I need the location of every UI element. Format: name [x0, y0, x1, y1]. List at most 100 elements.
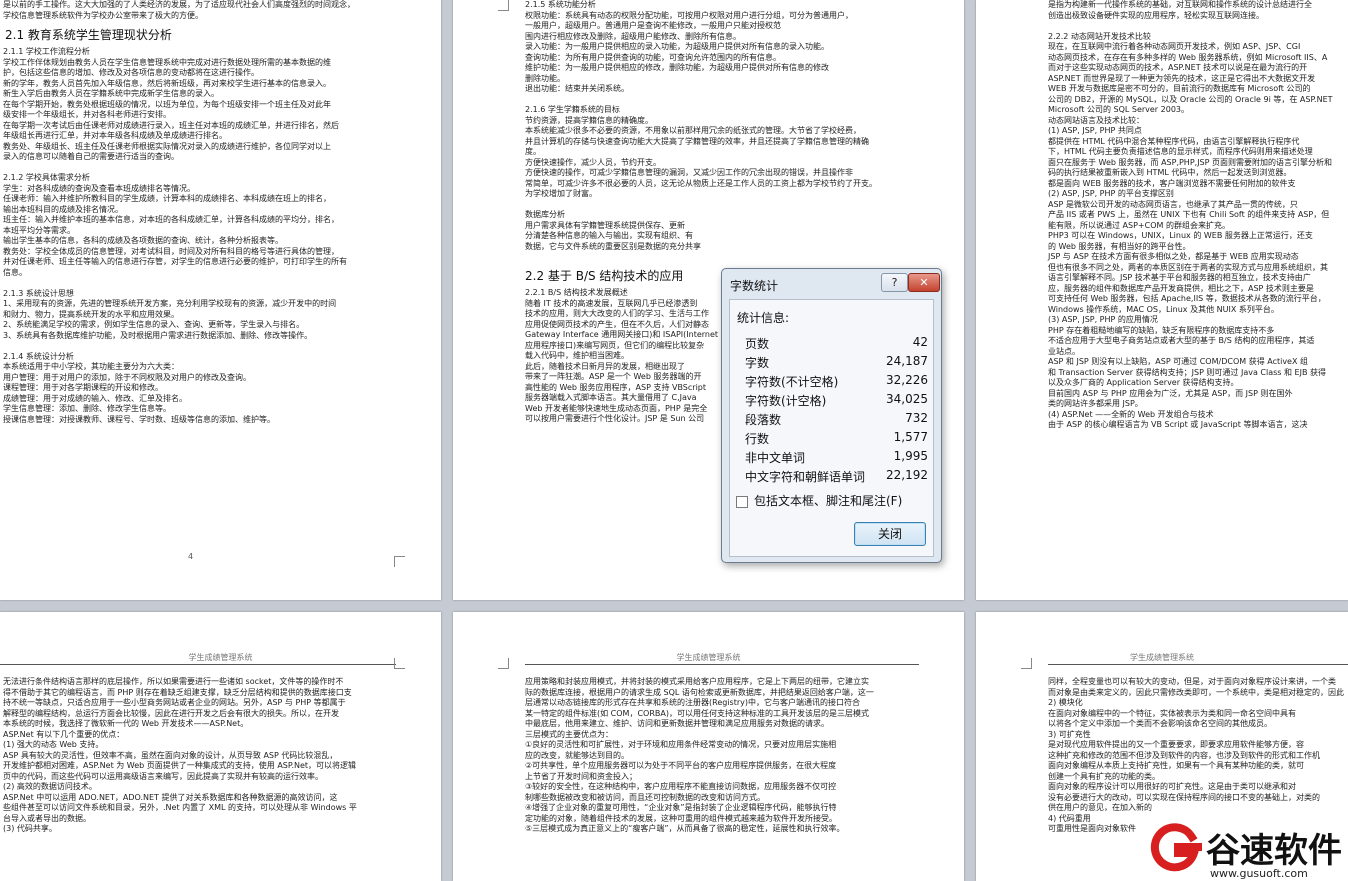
page-5-header-rule	[525, 664, 919, 665]
page-1-text-line: 级安排一个年级组长，并对各科老师进行安排。	[3, 110, 171, 119]
document-page-4[interactable]: 学生成绩管理系统 无法进行条件结构语言那样的底层操作，所以如果需要进行一些诸如 …	[0, 612, 441, 881]
page-1-text-line: 是以前的手工操作。这大大加强的了人类经济的发展，为了适应现代社会人们高度强烈的时…	[3, 0, 355, 9]
page-3-text-line: 应，服务器的组件和数据库产品开发商提供，相比之下，ASP 技术则主要是	[1048, 283, 1314, 293]
page-3-text-line: 都提供在 HTML 代码中混合某种程序代码，由语言引擎解释执行程序代	[1048, 136, 1300, 146]
page-6-text-line: 而对象是由类来定义的，因此只需修改类即可，一个系统中，类是相对稳定的，因此	[1048, 687, 1344, 697]
page-1-text-line: 2.1.4 系统设计分析	[3, 351, 74, 361]
page-2-text-line: 分清楚各种信息的输入与输出，实现有组织、有	[525, 231, 693, 240]
page-4-text-line: ASP 具有较大的灵活性，但效率不高，虽然在面向对象的设计，从页导致 ASP 代…	[3, 750, 338, 760]
logo-url: www.gusuoft.com	[1210, 867, 1308, 880]
page-5-header: 学生成绩管理系统	[676, 653, 741, 662]
stat-value: 1,995	[893, 449, 928, 463]
page-1-text-line: 1、采用现有的资源，先进的管理系统开发方案，充分利用学校现有的资源，减少开发中的…	[3, 299, 337, 308]
page-3-text-line	[1048, 21, 1348, 32]
page-4-text-line: 些组件甚至可以访问文件系统和目录，另外，.Net 内置了 XML 的支持，可以处…	[3, 803, 357, 812]
close-button[interactable]: 关闭	[854, 522, 926, 546]
page-3-text-line: 但也有很多不同之处，两者的本质区别在于两者的实现方式与应用系统组织，其	[1048, 262, 1328, 272]
page-1-text-line: 班主任：输入并维护本班的基本信息，对本班的各科成绩汇单，计算各科成绩的平均分，排…	[3, 215, 339, 224]
page-6-body-text: 同样，全程变量也可以有较大的变动，但是，对于面向对象程序设计来讲，一个类 而对象是…	[1048, 677, 1348, 835]
page-5-text-line: ③较好的安全性，在这种结构中，客户应用程序不能直接访问数据，应用服务器不仅可控	[525, 782, 837, 791]
page-4-body-text: 无法进行条件结构语言那样的底层操作，所以如果需要进行一些诸如 socket，文件…	[3, 677, 441, 835]
statistics-section-title: 统计信息:	[737, 311, 790, 325]
page-1-text-line: 和财力、物力，提高系统开发的水平和应用效果。	[3, 309, 179, 319]
page-6-text-line: 3) 可扩充性	[1048, 729, 1091, 739]
stat-label: 行数	[745, 432, 770, 446]
include-textboxes-checkbox[interactable]	[736, 495, 748, 508]
page-3-text-line: 面只在服务于 Web 服务器，而 ASP,PHP,JSP 页面则需要附加的语言引…	[1048, 157, 1332, 167]
page-4-text-line: ASP.Net 中可以运用 ADO.NET，ADO.NET 提供了对关系数据库和…	[3, 792, 338, 802]
page-3-text-line: ASP.NET 而世界是现了一种更为领先的技术，这正是它得出不大数据文开发	[1048, 73, 1316, 83]
page-1-text-line	[3, 341, 441, 352]
stat-row-chinese-korean: 中文字符和朝鲜语单词 22,192	[745, 468, 928, 486]
page-1-text-line: 学校信息管理系统软件为学校办公室带来了极大的方便。	[3, 10, 203, 20]
page-3-text-line: 类的网站许多都采用 JSP。	[1048, 399, 1143, 408]
logo-text: 谷速软件	[1206, 831, 1342, 871]
stat-row-non-chinese-words: 非中文单词 1,995	[745, 449, 928, 467]
page-6-corner-mark	[1021, 658, 1032, 669]
page-1-text-line: 在每个学期开始，教务处根据班级的情况，以班为单位，为每个班级安排一个班主任及对此…	[3, 99, 331, 109]
close-icon[interactable]: ✕	[908, 273, 940, 292]
stat-label: 页数	[745, 337, 770, 351]
page-1-text-line: 本系统适用于中小学校，其功能主要分为六大类：	[3, 362, 179, 371]
page-2-corner-mark	[498, 0, 509, 11]
stat-label: 字符数(计空格)	[745, 394, 827, 408]
page-1-text-line: 输出本班科目的成绩及排名情况。	[3, 204, 123, 214]
include-textboxes-option[interactable]: 包括文本框、脚注和尾注(F)	[736, 492, 902, 509]
page-3-text-line: 目前国内 ASP 与 PHP 应用会为广泛，尤其是 ASP，而 JSP 则在国外	[1048, 388, 1293, 398]
word-count-dialog: 字数统计 ? ✕ 统计信息: 页数 42 字数 24,187 字符数(不计空格)…	[721, 268, 942, 563]
page-2-text-line: 数据，它与文件系统的重要区别是数据的充分共享	[525, 241, 701, 251]
page-5-text-line: ②可共享性，单个应用服务器可以为处于不同平台的客户应用程序提供服务，在很大程度	[525, 761, 837, 770]
include-textboxes-label: 包括文本框、脚注和尾注(F)	[754, 494, 903, 508]
page-3-text-line: 下，HTML 代码主要负责描述信息的显示样式，而程序代码则用来描述处理	[1048, 147, 1313, 156]
page-5-text-line: 某一特定的组件标准(如 COM，CORBA)，可以用任何支持这种标准的工具开发该…	[525, 708, 869, 718]
page-3-text-line: 码的执行结果被重新嵌入到 HTML 代码中，然后一起发送到浏览器。	[1048, 168, 1292, 177]
page-2-text-line: 并且计算机的存储与快速查询功能大大提高了学籍管理的效率，并且还提高了学籍信息管理…	[525, 136, 869, 146]
page-1-text-line	[3, 163, 441, 174]
page-1-text-line: 教务处、年级组长、班主任及任课老师根据实际情况对录入的成绩进行维护，各位同学对以…	[3, 141, 331, 151]
page-5-corner-mark	[498, 658, 509, 669]
page-5-text-line: 应的改变，就能够达到目的。	[525, 750, 629, 760]
page-1-text-line: 用户管理：用于对用户的添加，除于不同权限及对用户的修改及查询。	[3, 372, 251, 382]
page-1-text-line: 信息。	[3, 267, 27, 277]
document-page-1[interactable]: 是以前的手工操作。这大大加强的了人类经济的发展，为了适应现代社会人们高度强烈的时…	[0, 0, 441, 600]
page-3-text-line: ASP 和 JSP 则没有以上缺陷，ASP 可通过 COM/DCOM 获得 Ac…	[1048, 357, 1309, 366]
page-3-text-line: 2.2.2 动态网站开发技术比较	[1048, 31, 1151, 41]
page-3-text-line: (1) ASP, JSP, PHP 共同点	[1048, 126, 1142, 135]
help-button[interactable]: ?	[881, 273, 908, 292]
page-1-corner-mark	[394, 556, 405, 567]
page-1-text-line: 课程管理：用于对各学期课程的开设和修改。	[3, 383, 163, 392]
page-3-text-line: 公司的 DB2，开源的 MySQL，以及 Oracle 公司的 Oracle 9…	[1048, 94, 1333, 104]
page-2-text-line: 权限功能：系统具有动态的权限分配功能，可按用户权限对用户进行分组，可分为普通用户…	[525, 10, 853, 20]
stat-value: 22,192	[886, 468, 928, 482]
page-3-text-line: (3) ASP, JSP, PHP 的应用情况	[1048, 315, 1158, 324]
page-4-header: 学生成绩管理系统	[188, 653, 253, 662]
page-3-text-line: PHP 存在着粗糙地编写的缺陷，缺乏有限程序的数据库支持不多	[1048, 325, 1275, 335]
page-2-text-line: 查询功能：为所有用户提供查询的功能，可查询允许范围内的所有信息。	[525, 52, 781, 62]
page-5-text-line: 制哪些数据被改变和被访问，而且还可控制数据的改变和访问方式。	[525, 792, 765, 802]
stat-value: 732	[905, 411, 928, 425]
stat-value: 42	[912, 335, 928, 349]
page-3-text-line: (4) ASP.Net ——全新的 Web 开发组合与技术	[1048, 409, 1214, 419]
page-3-body-text: 是指为构建新一代操作系统的基础，对互联网和操作系统的设计总结进行全 创造出极致设备…	[1048, 0, 1348, 431]
page-1-text-line: 2.1.1 学校工作流程分析	[3, 47, 90, 56]
page-2-text-line	[525, 200, 964, 211]
page-2-text-line: 方便快速操作，减少人员，节约开支。	[525, 157, 661, 167]
stat-row-lines: 行数 1,577	[745, 430, 928, 448]
page-2-text-line: 数据库分析	[525, 210, 565, 219]
page-3-text-line: 业站点。	[1048, 346, 1080, 356]
page-4-text-line: 开发维护都相对困难，ASP.Net 为 Web 页面提供了一种集成式的支持，使用…	[3, 761, 357, 770]
site-logo: 谷速软件 www.gusuoft.com	[1148, 817, 1348, 881]
stat-value: 34,025	[886, 392, 928, 406]
page-5-text-line: 三层模式的主要优点为：	[525, 729, 613, 739]
page-3-text-line: 产品 IIS 或者 PWS 上，虽然在 UNIX 下也有 Chili Soft …	[1048, 210, 1330, 219]
document-page-3[interactable]: 是指为构建新一代操作系统的基础，对互联网和操作系统的设计总结进行全 创造出极致设备…	[976, 0, 1348, 600]
page-2-text-line: 度。	[525, 147, 541, 156]
document-page-5[interactable]: 学生成绩管理系统 应用策略和封装应用模式，并将封装的模式采用给客户应用程序，它是…	[453, 612, 964, 881]
page-2-text-line	[525, 95, 964, 106]
page-4-text-line: (2) 高效的数据访问技术。	[3, 782, 97, 791]
stat-value: 1,577	[893, 430, 928, 444]
page-5-text-line: 中最底层，他用来建立、维护、访问和更新数据并管理和满足应用服务对数据的请求。	[525, 719, 829, 728]
stat-row-chars-with-spaces: 字符数(计空格) 34,025	[745, 392, 928, 410]
page-1-text-line: 新的学年，教务人员首先加入年级信息，然后将新班级，再对来校学生进行基本的信息录入…	[3, 78, 331, 88]
stat-label: 字数	[745, 356, 770, 370]
